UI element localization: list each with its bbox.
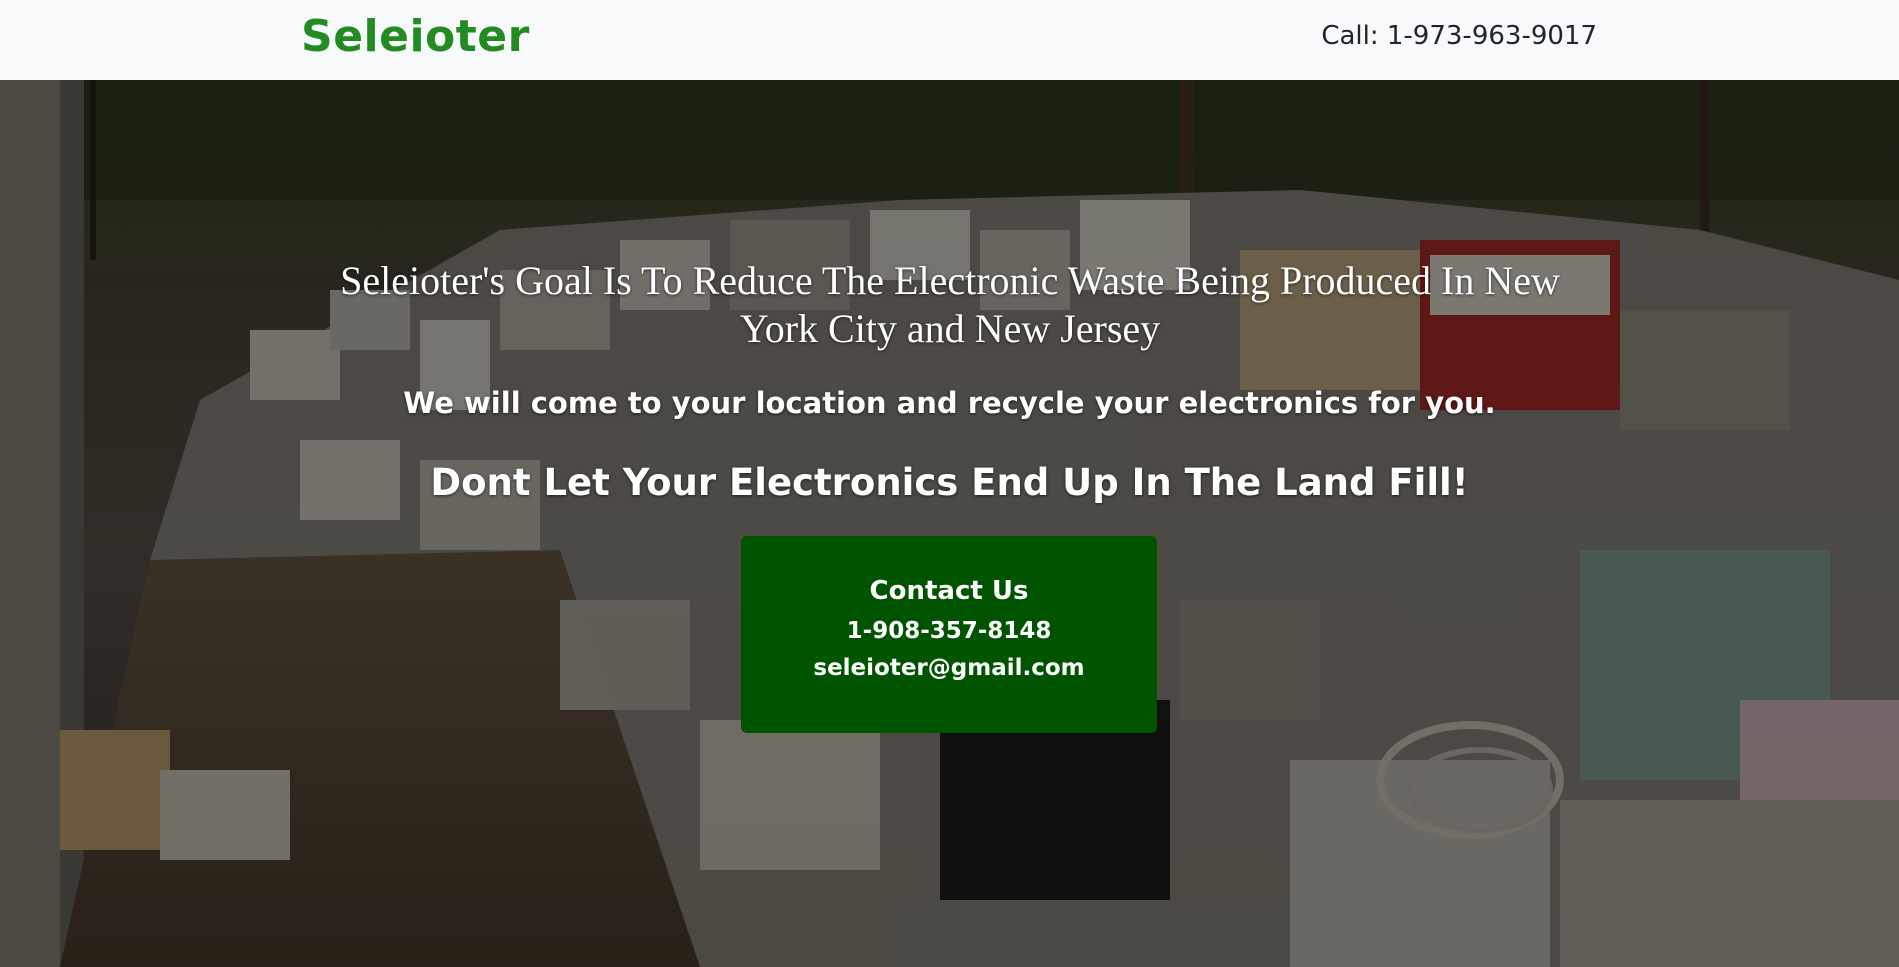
brand-logo[interactable]: Seleioter xyxy=(301,8,530,66)
contact-us-title: Contact Us xyxy=(869,576,1029,606)
hero-section: Seleioter's Goal Is To Reduce The Electr… xyxy=(0,80,1899,967)
goal-heading: Seleioter's Goal Is To Reduce The Electr… xyxy=(340,258,1560,351)
hero-dark-overlay xyxy=(0,80,1899,967)
contact-email-link[interactable]: seleioter@gmail.com xyxy=(741,653,1157,683)
navbar: Seleioter Call: 1-973-963-9017 xyxy=(0,0,1899,80)
contact-phone-link[interactable]: 1-908-357-8148 xyxy=(741,616,1157,646)
call-phone-number: Call: 1-973-963-9017 xyxy=(1321,21,1597,51)
tagline-text: We will come to your location and recycl… xyxy=(403,386,1496,420)
landfill-heading: Dont Let Your Electronics End Up In The … xyxy=(430,461,1469,504)
contact-us-box[interactable]: Contact Us 1-908-357-8148 seleioter@gmai… xyxy=(741,536,1157,733)
